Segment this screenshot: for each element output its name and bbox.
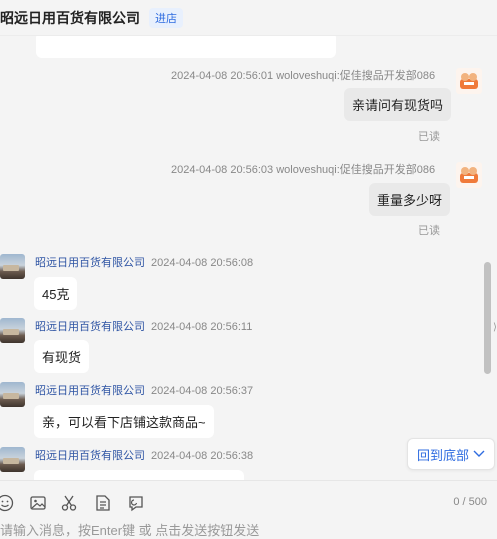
message-time: 2024-04-08 20:56:37 bbox=[151, 385, 254, 397]
sender-name: 昭远日用百货有限公司 bbox=[35, 257, 145, 269]
enter-shop-button[interactable]: 进店 bbox=[149, 7, 183, 28]
user-avatar bbox=[456, 68, 482, 94]
message-meta: 昭远日用百货有限公司 2024-04-08 20:56:38 bbox=[35, 447, 253, 463]
message-bubble bbox=[34, 470, 244, 480]
input-toolbar: 0 / 500 bbox=[0, 480, 497, 524]
partial-message-bubble bbox=[36, 36, 336, 58]
collapse-handle-icon[interactable]: ⟩ bbox=[493, 322, 497, 333]
chevron-down-icon bbox=[473, 450, 485, 457]
message-bubble: 重量多少呀 bbox=[369, 183, 451, 216]
message-input[interactable]: 请输入消息，按Enter键 或 点击发送按钮发送 bbox=[0, 520, 259, 539]
message-meta: 昭远日用百货有限公司 2024-04-08 20:56:08 bbox=[35, 254, 253, 270]
message-meta: 昭远日用百货有限公司 2024-04-08 20:56:37 bbox=[35, 382, 253, 398]
read-status: 已读 bbox=[418, 225, 440, 237]
message-bubble: 有现货 bbox=[34, 340, 90, 373]
image-icon[interactable] bbox=[29, 494, 47, 512]
message-bubble: 45克 bbox=[34, 277, 78, 310]
shop-avatar bbox=[0, 318, 25, 343]
message-time: 2024-04-08 20:56:11 bbox=[151, 321, 253, 333]
back-to-bottom-button[interactable]: 回到底部 bbox=[407, 438, 495, 470]
shop-avatar bbox=[0, 254, 25, 279]
scissors-icon[interactable] bbox=[60, 494, 78, 512]
message-time: 2024-04-08 20:56:08 bbox=[151, 257, 254, 269]
emoji-icon[interactable] bbox=[0, 494, 14, 512]
message-time: 2024-04-08 20:56:38 bbox=[151, 450, 254, 462]
history-icon[interactable] bbox=[127, 494, 145, 512]
chat-area[interactable]: 2024-04-08 20:56:01 woloveshuqi:促佳搜品开发部0… bbox=[0, 36, 483, 480]
shop-avatar bbox=[0, 447, 25, 472]
sender-name: 昭远日用百货有限公司 bbox=[35, 321, 145, 333]
shop-avatar bbox=[0, 382, 25, 407]
user-avatar-icon bbox=[460, 73, 478, 89]
message-meta: 2024-04-08 20:56:01 woloveshuqi:促佳搜品开发部0… bbox=[171, 70, 436, 82]
document-icon[interactable] bbox=[94, 494, 112, 512]
message-meta: 昭远日用百货有限公司 2024-04-08 20:56:11 bbox=[35, 318, 252, 334]
sender-name: 昭远日用百货有限公司 bbox=[35, 385, 145, 397]
user-avatar-icon bbox=[460, 167, 478, 183]
shop-name: 昭远日用百货有限公司 bbox=[0, 9, 140, 26]
user-avatar bbox=[456, 162, 482, 188]
char-counter: 0 / 500 bbox=[453, 496, 487, 508]
message-bubble: 亲，可以看下店铺这款商品~ bbox=[34, 405, 214, 438]
chat-scrollbar[interactable] bbox=[484, 262, 491, 374]
back-to-bottom-label: 回到底部 bbox=[416, 447, 469, 463]
read-status: 已读 bbox=[418, 131, 440, 143]
chat-header: 昭远日用百货有限公司 进店 bbox=[0, 0, 497, 36]
message-meta: 2024-04-08 20:56:03 woloveshuqi:促佳搜品开发部0… bbox=[171, 164, 436, 176]
sender-name: 昭远日用百货有限公司 bbox=[35, 450, 145, 462]
message-bubble: 亲请问有现货吗 bbox=[344, 88, 452, 121]
